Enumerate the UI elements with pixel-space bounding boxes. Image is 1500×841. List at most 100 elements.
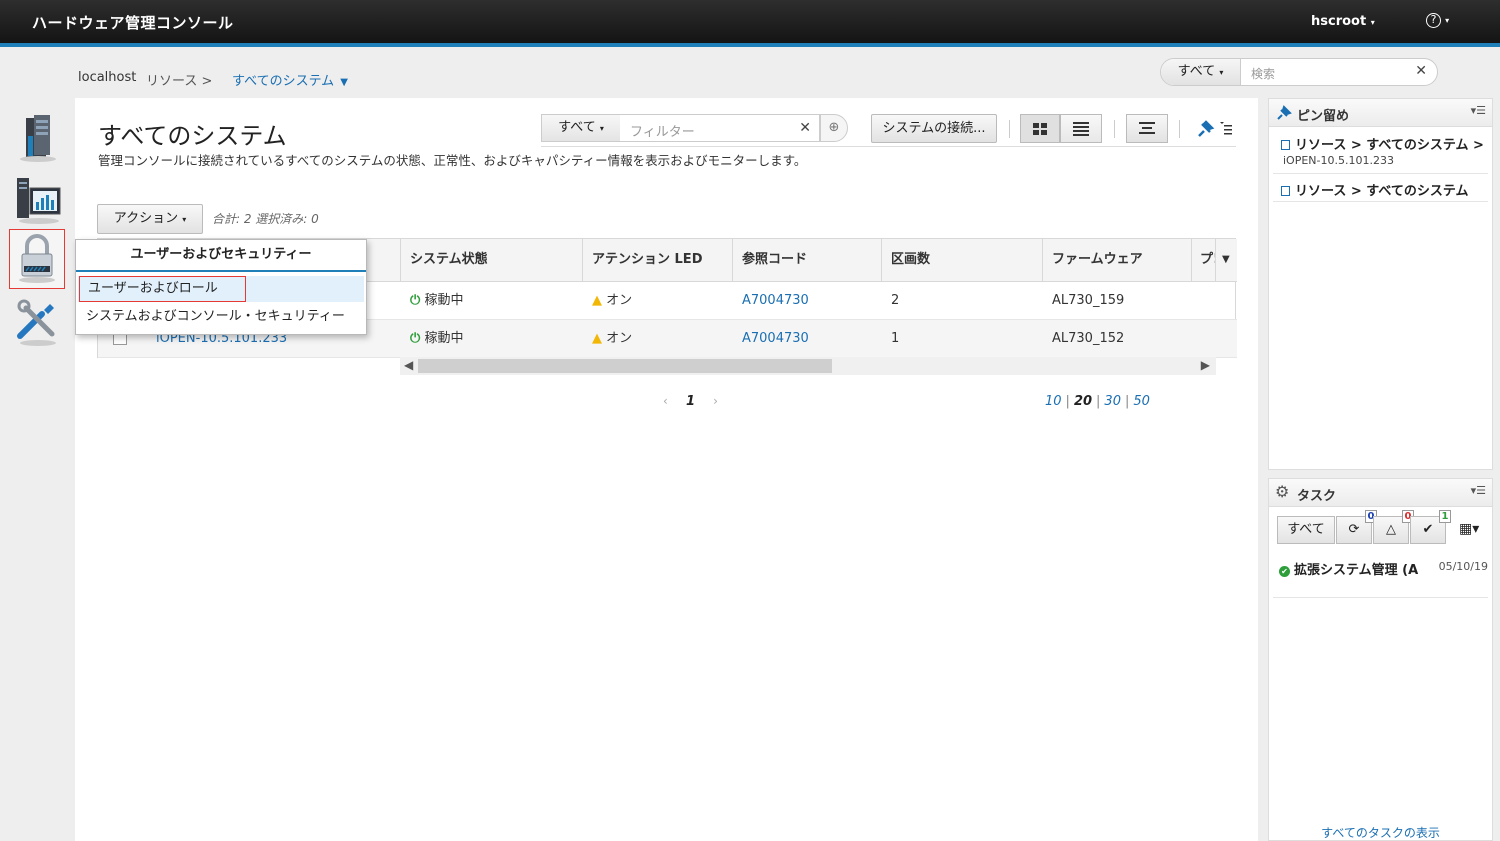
refcode-link[interactable]: A7004730 [733, 320, 881, 357]
page-description: 管理コンソールに接続されているすべてのシステムの状態、正常性、およびキャパシティ… [98, 153, 807, 168]
task-filter-running[interactable]: ⟳ 0 [1336, 510, 1377, 544]
tile-view-button[interactable] [1020, 114, 1060, 143]
task-name: 拡張システム管理 (A [1294, 563, 1419, 578]
status-cell: ⏻ 稼動中 [401, 320, 582, 357]
status-text: 稼動中 [424, 331, 464, 346]
table-view-button[interactable] [1060, 114, 1102, 143]
pinned-panel-title: ピン留め [1297, 109, 1350, 124]
col-header-led[interactable]: アテンション LED [582, 239, 732, 281]
warning-icon: ▲ [592, 293, 602, 308]
pinned-panel-header: ピン留め ▾☰ [1269, 99, 1492, 127]
tasks-panel-header: ⚙ タスク ▾☰ [1269, 479, 1492, 507]
pin-page-button[interactable] [1193, 118, 1237, 140]
pinned-item[interactable]: リソース > すべてのシステム [1281, 180, 1487, 199]
warning-outline-icon: △ [1386, 522, 1396, 537]
task-item[interactable]: ✔ 拡張システム管理 (A 05/10/19 [1279, 559, 1488, 578]
power-icon: ⏻ [410, 331, 421, 346]
divider [1114, 120, 1115, 138]
global-search: すべて ▾ 検索 ✕ [1160, 58, 1438, 86]
help-menu[interactable]: ? ▾ [1426, 12, 1449, 28]
current-page[interactable]: 1 [686, 394, 695, 409]
next-page-icon[interactable]: › [713, 394, 718, 408]
columns-icon [1139, 122, 1155, 134]
toolbar-underline [541, 146, 1236, 147]
scroll-thumb[interactable] [418, 359, 832, 373]
led-cell: ▲ オン [583, 282, 732, 319]
connect-system-button[interactable]: システムの接続... [871, 114, 997, 143]
app-title: ハードウェア管理コンソール [32, 14, 234, 32]
col-header-firmware[interactable]: ファームウェア [1042, 239, 1191, 281]
col-header-refcode[interactable]: 参照コード [732, 239, 882, 281]
status-text: 稼動中 [424, 293, 464, 308]
task-filter-done[interactable]: ✔ 1 [1410, 510, 1451, 544]
chevron-down-icon: ▾ [182, 215, 187, 224]
page-size-20[interactable]: 20 [1074, 394, 1092, 409]
actions-label: アクション [113, 211, 179, 226]
system-chart-icon[interactable] [12, 174, 64, 226]
col-header-status[interactable]: システム状態 [400, 239, 582, 281]
task-date: 05/10/19 [1438, 560, 1488, 573]
page-size-10[interactable]: 10 [1045, 394, 1062, 409]
user-name: hscroot [1311, 14, 1367, 29]
chevron-down-icon: ▼ [340, 77, 348, 88]
actions-button[interactable]: アクション ▾ [97, 204, 203, 234]
scroll-right-icon[interactable]: ▶ [1201, 358, 1210, 372]
scroll-left-icon[interactable]: ◀ [404, 358, 413, 372]
list-icon [1073, 122, 1089, 136]
page-size-30[interactable]: 30 [1104, 394, 1121, 409]
column-menu-icon[interactable]: ▼ [1215, 239, 1237, 281]
prev-page-icon[interactable]: ‹ [663, 394, 668, 408]
success-icon: ✔ [1279, 566, 1290, 577]
accent-line [0, 43, 1500, 47]
lock-icon[interactable] [9, 229, 65, 289]
menu-item-system-console-security[interactable]: システムおよびコンソール・セキュリティー [86, 306, 345, 328]
filter-input[interactable]: フィルター ✕ [620, 114, 820, 142]
task-filter-all[interactable]: すべて [1277, 516, 1335, 544]
columns-button[interactable] [1126, 114, 1168, 143]
menu-item-users-roles[interactable]: ユーザーおよびロール [78, 276, 364, 302]
add-filter-icon[interactable]: ⊕ [820, 114, 848, 142]
filter-scope-select[interactable]: すべて ▾ [541, 114, 621, 142]
pinned-item[interactable]: リソース > すべてのシステム > i [1281, 134, 1487, 153]
search-input[interactable]: 検索 [1251, 65, 1275, 82]
pagination: ‹ 1 › [663, 394, 718, 409]
divider [1273, 173, 1488, 174]
done-count-badge: 1 [1439, 510, 1451, 523]
search-scope-select[interactable]: すべて ▾ [1161, 59, 1241, 85]
col-header-more[interactable]: プ! [1191, 239, 1215, 281]
pin-icon [1277, 105, 1292, 120]
breadcrumb-resources[interactable]: リソース > [146, 70, 212, 89]
help-icon: ? [1426, 13, 1441, 28]
calendar-menu-icon[interactable]: ▦▾ [1459, 521, 1479, 537]
user-menu[interactable]: hscroot ▾ [1311, 14, 1375, 29]
status-cell: ⏻ 稼動中 [401, 282, 582, 319]
led-text: オン [606, 293, 633, 308]
col-header-partitions[interactable]: 区画数 [881, 239, 1042, 281]
refcode-link[interactable]: A7004730 [733, 282, 881, 319]
power-icon: ⏻ [410, 293, 421, 308]
view-all-tasks-link[interactable]: すべてのタスクの表示 [1269, 824, 1492, 841]
filter-placeholder: フィルター [630, 125, 695, 140]
breadcrumb-current[interactable]: すべてのシステム ▼ [232, 70, 348, 89]
check-icon: ✔ [1422, 522, 1434, 537]
selection-summary: 合計: 2 選択済み: 0 [212, 212, 319, 226]
task-filter-warning[interactable]: △ 0 [1373, 510, 1414, 544]
servers-icon[interactable] [12, 112, 64, 164]
pin-icon [1198, 120, 1232, 137]
main-panel: すべてのシステム 管理コンソールに接続されているすべてのシステムの状態、正常性、… [75, 98, 1258, 841]
clear-search-icon[interactable]: ✕ [1415, 63, 1427, 79]
tools-icon[interactable] [12, 296, 64, 348]
clear-filter-icon[interactable]: ✕ [799, 120, 811, 136]
page-size-50[interactable]: 50 [1133, 394, 1150, 409]
tasks-panel: ⚙ タスク ▾☰ すべて ⟳ 0 △ 0 ✔ 1 ▦▾ ✔ 拡張システム管理 (A… [1268, 478, 1493, 841]
search-scope-label: すべて [1177, 64, 1216, 79]
chevron-down-icon: ▾ [599, 124, 604, 133]
horizontal-scrollbar[interactable]: ◀ ▶ [400, 357, 1216, 375]
filter-scope-label: すべて [558, 120, 596, 135]
chevron-down-icon: ▾ [1370, 18, 1375, 27]
divider [1179, 120, 1180, 138]
security-flyout-menu: ユーザーおよびセキュリティー ユーザーおよびロール システムおよびコンソール・セ… [75, 239, 367, 335]
panel-menu-icon[interactable]: ▾☰ [1471, 484, 1486, 497]
breadcrumb-host[interactable]: localhost [78, 70, 136, 85]
panel-menu-icon[interactable]: ▾☰ [1471, 104, 1486, 117]
